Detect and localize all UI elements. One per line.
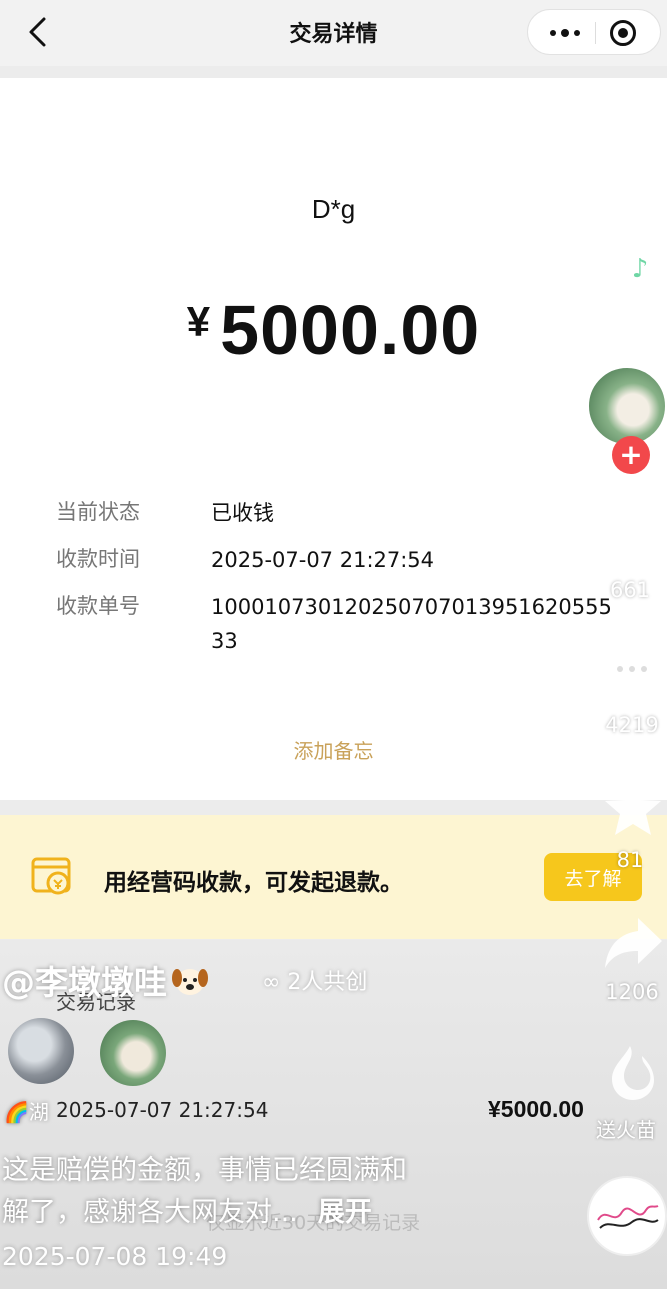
detail-label: 收款时间 xyxy=(56,547,140,571)
follow-plus-icon[interactable]: + xyxy=(612,436,650,474)
location-tag[interactable]: 🌈湖 xyxy=(4,1096,49,1125)
detail-value: 2025-07-07 21:27:54 xyxy=(211,548,435,572)
transaction-card: D*g ¥5000.00 当前状态 已收钱 收款时间 2025-07-07 21… xyxy=(0,78,667,800)
business-code-banner: 用经营码收款，可发起退款。 去了解 xyxy=(0,815,667,939)
video-author[interactable]: @李墩墩哇 xyxy=(2,956,209,1004)
mini-program-capsule xyxy=(527,9,661,55)
co-create-label[interactable]: ∞ 2人共创 xyxy=(262,964,367,996)
target-circle-icon[interactable] xyxy=(610,20,636,46)
store-qr-icon xyxy=(31,857,71,895)
creator-avatar[interactable] xyxy=(587,366,667,446)
star-count: 81 xyxy=(616,848,644,872)
avatar[interactable] xyxy=(100,1020,166,1086)
disc-art-icon xyxy=(597,1205,659,1229)
record-amount: ¥5000.00 xyxy=(488,1096,584,1122)
like-count: 661 xyxy=(609,578,651,602)
detail-value: 100010730120250707013951620555 33 xyxy=(211,595,612,653)
record-date: 2025-07-07 21:27:54 xyxy=(56,1098,269,1122)
music-note-icon[interactable]: ♪ xyxy=(617,246,663,292)
music-disc-icon[interactable] xyxy=(587,1176,667,1256)
expand-button[interactable]: 展开 xyxy=(318,1197,372,1228)
banner-text: 用经营码收款，可发起退款。 xyxy=(104,870,403,896)
more-button[interactable] xyxy=(540,10,590,56)
add-note-link[interactable]: 添加备忘 xyxy=(0,735,667,764)
detail-value: 已收钱 xyxy=(211,501,274,525)
dog-face-icon xyxy=(172,969,208,995)
fire-icon[interactable] xyxy=(610,1044,656,1102)
avatar[interactable] xyxy=(8,1018,74,1084)
payer-name: D*g xyxy=(311,194,356,224)
heart-icon[interactable] xyxy=(600,512,664,570)
detail-label: 收款单号 xyxy=(56,594,140,618)
top-nav-bar: 交易详情 xyxy=(0,0,667,66)
caption-line: 这是赔偿的金额，事情已经圆满和 xyxy=(2,1155,407,1186)
detail-label: 当前状态 xyxy=(56,500,140,524)
send-fire-label[interactable]: 送火苗 xyxy=(596,1114,656,1143)
comment-icon[interactable] xyxy=(600,640,664,704)
author-name: @李墩墩哇 xyxy=(2,963,167,1002)
currency-symbol: ¥ xyxy=(186,298,211,345)
share-count: 1206 xyxy=(605,980,659,1004)
caption-line-2: 解了，感谢各大网友对... 展开 xyxy=(2,1197,372,1228)
video-caption: 这是赔偿的金额，事情已经圆满和 解了，感谢各大网友对... 展开 xyxy=(2,1150,522,1234)
comment-count: 4219 xyxy=(605,713,659,737)
capsule-divider xyxy=(595,22,596,44)
amount-value: 5000.00 xyxy=(220,291,481,369)
transaction-amount: ¥5000.00 xyxy=(0,290,667,370)
share-arrow-icon[interactable] xyxy=(602,914,664,972)
more-dots-icon xyxy=(550,30,556,36)
post-time: 2025-07-08 19:49 xyxy=(2,1242,228,1271)
star-icon[interactable] xyxy=(602,778,664,840)
